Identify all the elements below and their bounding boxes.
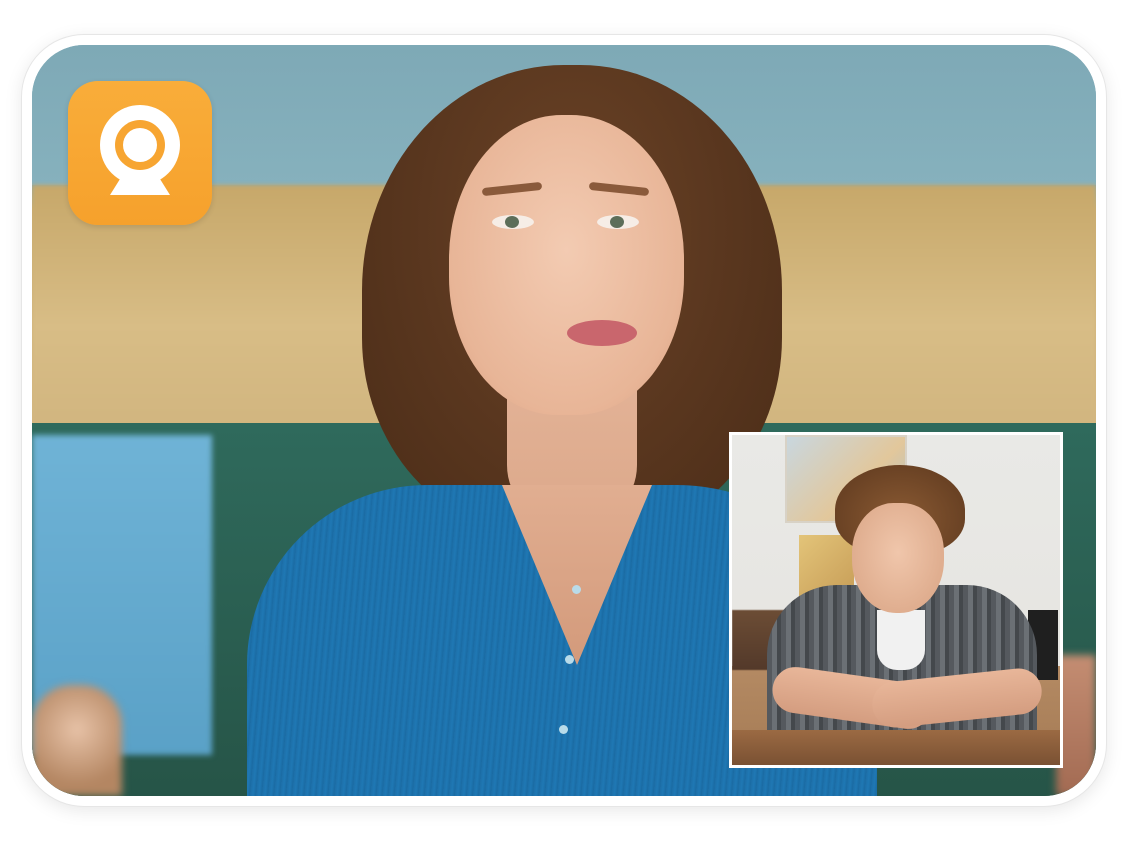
background-person-left <box>32 685 122 796</box>
webcam-app-icon[interactable] <box>68 81 212 225</box>
shirt-button <box>572 585 581 594</box>
participant-face <box>852 503 944 613</box>
pip-video-frame[interactable] <box>729 432 1063 768</box>
speaker-mouth <box>567 320 637 346</box>
speaker-eye-right <box>597 215 639 229</box>
speaker-face <box>449 115 684 415</box>
pip-video-feed[interactable] <box>732 435 1060 765</box>
shirt-button <box>559 725 568 734</box>
desk <box>732 730 1060 765</box>
webcam-icon <box>100 105 180 195</box>
shirt-button <box>565 655 574 664</box>
participant-tshirt <box>877 610 925 670</box>
speaker-eye-left <box>492 215 534 229</box>
